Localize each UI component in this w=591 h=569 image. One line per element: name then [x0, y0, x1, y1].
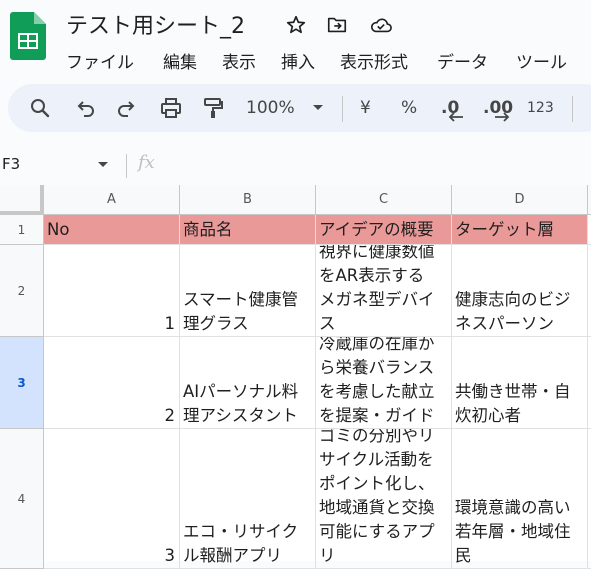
fx-icon: fx [138, 152, 155, 173]
cell-value: 健康志向のビジ ネスパーソン [455, 290, 571, 333]
table-cell[interactable]: ゴミの分別やリ サイクル活動を ポイント化し、 地域通貨と交換 可能にするアプ … [316, 429, 452, 569]
cell-value: 視界に健康数値 をAR表示する メガネ型デバイ ス [319, 245, 435, 333]
table-cell[interactable]: スマート健康管 理グラス [180, 245, 316, 337]
menu-file[interactable]: ファイル [66, 48, 134, 73]
zoom-select[interactable]: 100% [246, 98, 295, 118]
percent-format-button[interactable]: % [401, 98, 417, 118]
table-cell[interactable]: 1 [44, 245, 180, 337]
cell-value: 1 [164, 314, 176, 333]
cell-value: 3 [164, 546, 176, 565]
column-header-a[interactable]: A [44, 185, 180, 215]
name-box-value: F3 [2, 155, 21, 173]
formula-divider [126, 154, 127, 178]
undo-icon[interactable] [74, 96, 98, 120]
menu-format[interactable]: 表示形式 [340, 48, 408, 73]
table-cell[interactable]: 健康志向のビジ ネスパーソン [452, 245, 588, 337]
menu-edit[interactable]: 編集 [163, 48, 197, 73]
table-header-cell[interactable]: 商品名 [180, 215, 316, 245]
table-cell[interactable]: 3 [44, 429, 180, 569]
print-icon[interactable] [159, 96, 183, 120]
cell-value: スマート健康管 理グラス [183, 290, 299, 333]
menu-data[interactable]: データ [437, 48, 488, 73]
row-header-1[interactable]: 1 [0, 215, 44, 245]
table-header-cell[interactable]: No [44, 215, 180, 245]
google-sheets-logo[interactable] [10, 12, 46, 60]
toolbar-divider [572, 96, 573, 122]
cell-value: ゴミの分別やリ サイクル活動を ポイント化し、 地域通貨と交換 可能にするアプ … [319, 429, 435, 565]
search-icon[interactable] [28, 96, 52, 120]
cloud-saved-icon[interactable] [368, 14, 394, 36]
column-header-b[interactable]: B [180, 185, 316, 215]
table-header-cell[interactable]: アイデアの概要 [316, 215, 452, 245]
table-cell[interactable]: 環境意識の高い 若年層・地域住 民 [452, 429, 588, 569]
cell-value: 2 [164, 406, 176, 425]
column-header-d[interactable]: D [452, 185, 588, 215]
table-cell[interactable]: 2 [44, 337, 180, 429]
column-header-c[interactable]: C [316, 185, 452, 215]
chevron-down-icon[interactable] [97, 161, 109, 169]
currency-format-button[interactable]: ¥ [360, 98, 371, 118]
document-title[interactable]: テスト用シート_2 [66, 8, 245, 40]
menu-tools[interactable]: ツール [516, 48, 567, 73]
freeze-handle[interactable] [0, 185, 44, 215]
row-header-2[interactable]: 2 [0, 245, 44, 337]
table-cell[interactable]: 冷蔵庫の在庫か ら栄養バランス を考慮した献立 を提案・ガイド [316, 337, 452, 429]
table-cell[interactable]: エコ・リサイク ル報酬アプリ [180, 429, 316, 569]
row-header-4[interactable]: 4 [0, 429, 44, 569]
redo-icon[interactable] [114, 96, 138, 120]
table-cell[interactable]: 共働き世帯・自 炊初心者 [452, 337, 588, 429]
paint-format-icon[interactable] [201, 96, 225, 120]
table-header-cell[interactable]: ターゲット層 [452, 215, 588, 245]
row-header-3[interactable]: 3 [0, 337, 44, 429]
chevron-down-icon[interactable] [312, 104, 324, 112]
move-to-folder-icon[interactable] [326, 14, 348, 36]
cell-value: 共働き世帯・自 炊初心者 [455, 382, 571, 425]
table-cell[interactable]: 視界に健康数値 をAR表示する メガネ型デバイ ス [316, 245, 452, 337]
toolbar-divider [342, 96, 343, 122]
cell-value: 冷蔵庫の在庫か ら栄養バランス を考慮した献立 を提案・ガイド [319, 337, 435, 425]
cell-value: 環境意識の高い 若年層・地域住 民 [455, 498, 571, 565]
table-cell[interactable]: AIパーソナル料 理アシスタント [180, 337, 316, 429]
star-icon[interactable] [285, 14, 307, 36]
menu-view[interactable]: 表示 [222, 48, 256, 73]
more-formats-button[interactable]: 123 [527, 100, 554, 116]
menu-insert[interactable]: 挿入 [281, 48, 315, 73]
cell-value: AIパーソナル料 理アシスタント [183, 382, 299, 425]
arrow-left-icon [448, 112, 463, 122]
arrow-right-icon [495, 112, 510, 122]
